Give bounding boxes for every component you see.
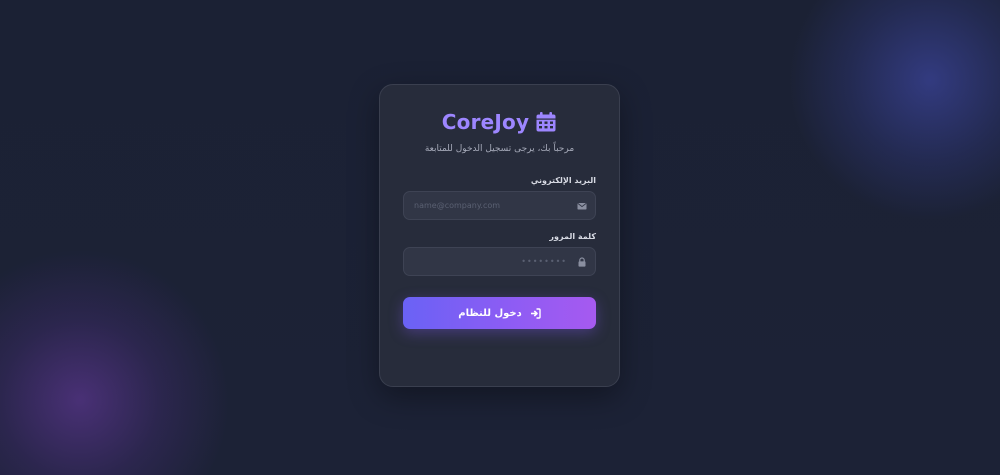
lock-icon: [578, 257, 586, 267]
email-field[interactable]: [412, 192, 569, 219]
sign-in-icon: [530, 307, 541, 319]
brand-header: CoreJoy: [380, 110, 619, 134]
calendar-icon: [536, 112, 556, 132]
welcome-subtitle: مرحباً بك، يرجى تسجيل الدخول للمتابعة: [424, 144, 575, 154]
password-label: كلمة المرور: [549, 232, 596, 241]
password-field-wrapper: [403, 247, 596, 276]
brand-name: CoreJoy: [441, 110, 530, 134]
login-card: CoreJoy مرحباً بك، يرجى تسجيل الدخول للم…: [379, 84, 620, 387]
login-button[interactable]: دخول للنظام: [403, 297, 596, 329]
login-button-label: دخول للنظام: [458, 307, 522, 319]
envelope-icon: [577, 203, 587, 210]
password-field[interactable]: [412, 248, 569, 275]
email-label: البريد الإلكتروني: [530, 176, 596, 185]
email-field-wrapper: [403, 191, 596, 220]
